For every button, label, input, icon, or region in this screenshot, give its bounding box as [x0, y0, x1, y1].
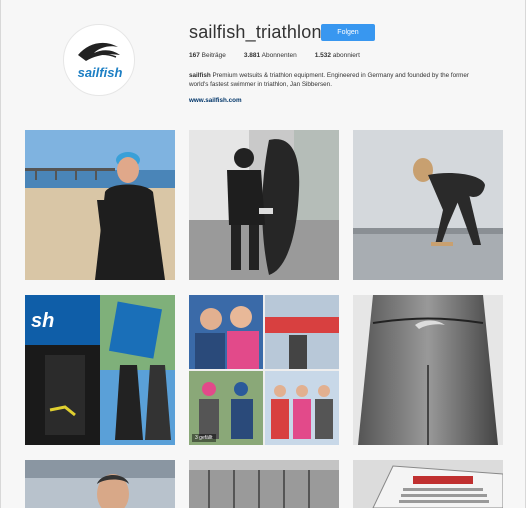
post-tile-bw-scene[interactable]: [189, 460, 339, 508]
post-tile-wetsuit-closeup[interactable]: [353, 295, 503, 445]
profile-website-link[interactable]: www.sailfish.com: [189, 97, 242, 104]
svg-text:sailfish: sailfish: [78, 65, 123, 80]
instagram-profile-page: sailfish sailfish_triathlon Folgen 167 B…: [0, 0, 526, 508]
stat-following[interactable]: 1.532 abonniert: [315, 52, 360, 59]
profile-stats: 167 Beiträge 3.881 Abonnenten 1.532 abon…: [189, 52, 360, 59]
profile-bio: sailfish Premium wetsuits & triathlon eq…: [189, 72, 470, 88]
post-tile-event-collage[interactable]: 3 gefällt: [189, 295, 339, 445]
stat-posts[interactable]: 167 Beiträge: [189, 52, 226, 59]
post-tile-wetsuit-stretch[interactable]: [353, 130, 503, 280]
profile-header: sailfish sailfish_triathlon Folgen 167 B…: [1, 0, 526, 120]
profile-username: sailfish_triathlon: [189, 22, 322, 42]
post-tile-surfboard-person[interactable]: [189, 130, 339, 280]
sailfish-logo-icon: sailfish: [78, 42, 123, 80]
post-tile-beach-swimmer[interactable]: [25, 130, 175, 280]
follow-button[interactable]: Folgen: [321, 24, 375, 41]
profile-avatar[interactable]: sailfish: [63, 24, 135, 96]
svg-text:sh: sh: [31, 310, 54, 332]
post-tile-laptop-screen[interactable]: [353, 460, 503, 508]
stat-followers[interactable]: 3.881 Abonnenten: [244, 52, 297, 59]
tile-like-badge: 3 gefällt: [192, 434, 216, 442]
post-tile-person-portrait[interactable]: [25, 460, 175, 508]
post-tile-expo-wetsuits[interactable]: sh: [25, 295, 175, 445]
